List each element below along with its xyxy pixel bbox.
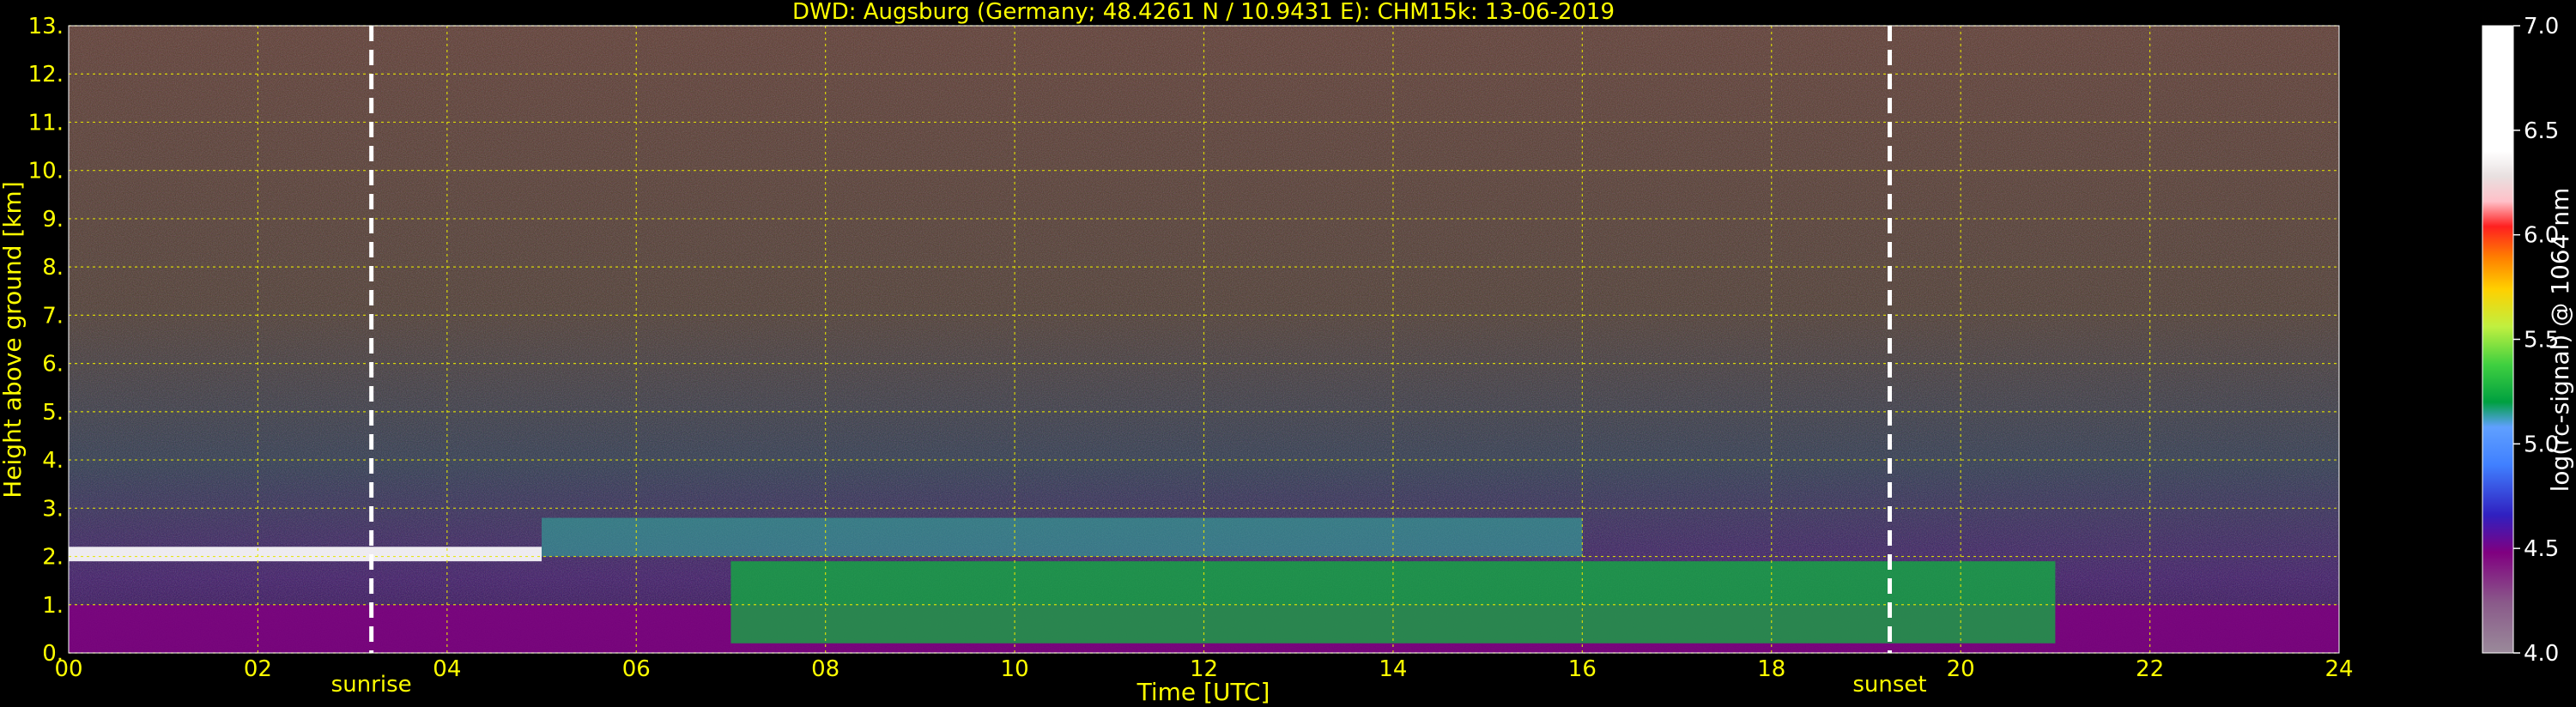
y-tick-label: 2. xyxy=(42,545,64,571)
colorbar-label: log(rc-signal) @ 1064 nm xyxy=(2546,188,2574,492)
y-tick-label: 11. xyxy=(28,110,64,136)
colorbar-scale xyxy=(2482,25,2514,654)
x-tick-label: 02 xyxy=(244,656,272,682)
x-tick-label: 22 xyxy=(2136,656,2164,682)
sunset-label: sunset xyxy=(1852,672,1926,698)
chart-title: DWD: Augsburg (Germany; 48.4261 N / 10.9… xyxy=(792,0,1615,25)
aerosol-layer xyxy=(542,517,1583,557)
y-tick-label: 13. xyxy=(28,14,64,39)
x-tick-label: 08 xyxy=(811,656,839,682)
y-axis-label: Height above ground [km] xyxy=(0,181,27,499)
x-axis-label: Time [UTC] xyxy=(1136,678,1270,706)
y-axis-ticks: 0.1.2.3.4.5.6.7.8.9.10.11.12.13. xyxy=(28,14,64,667)
sunrise-label: sunrise xyxy=(331,672,412,698)
x-tick-label: 14 xyxy=(1379,656,1407,682)
colorbar-tick-label: 4.5 xyxy=(2524,536,2559,562)
colorbar-tick-label: 6.5 xyxy=(2524,118,2559,144)
y-tick-label: 7. xyxy=(42,303,64,329)
y-tick-label: 6. xyxy=(42,352,64,378)
x-tick-label: 10 xyxy=(1001,656,1029,682)
x-tick-label: 00 xyxy=(54,656,82,682)
colorbar-tick-label: 4.0 xyxy=(2524,641,2559,667)
y-tick-label: 9. xyxy=(42,207,64,233)
colorbar: 4.04.55.05.56.06.57.0 log(rc-signal) @ 1… xyxy=(2482,14,2574,667)
y-tick-label: 10. xyxy=(28,159,64,184)
lidar-chart: 0.1.2.3.4.5.6.7.8.9.10.11.12.13. 00 02 04 0… xyxy=(0,0,2574,706)
plot-area xyxy=(68,25,2340,654)
x-tick-label: 16 xyxy=(1568,656,1597,682)
y-tick-label: 12. xyxy=(28,62,64,88)
aerosol-layer xyxy=(69,547,542,562)
x-tick-label: 06 xyxy=(622,656,651,682)
y-tick-label: 8. xyxy=(42,255,64,281)
y-tick-label: 4. xyxy=(42,448,64,474)
x-tick-label: 18 xyxy=(1757,656,1785,682)
y-tick-label: 5. xyxy=(42,400,64,426)
y-tick-label: 3. xyxy=(42,496,64,522)
y-tick-label: 1. xyxy=(42,593,64,619)
x-tick-label: 24 xyxy=(2324,656,2353,682)
x-tick-label: 04 xyxy=(433,656,461,682)
colorbar-tick-label: 7.0 xyxy=(2524,14,2559,39)
x-tick-label: 20 xyxy=(1947,656,1975,682)
